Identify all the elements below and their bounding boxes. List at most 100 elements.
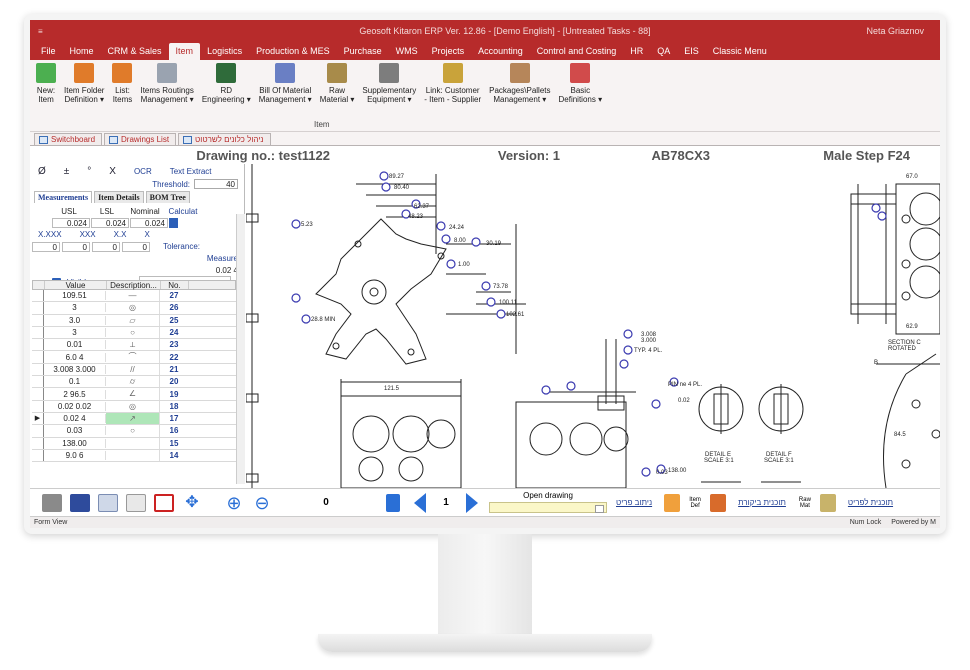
lsl-input[interactable]: 0.024 (91, 218, 129, 228)
grid-scrollbar[interactable] (236, 214, 245, 484)
ribbon-button-item-folder[interactable]: Item Folder Definition ▾ (60, 63, 108, 131)
decimal-input-4[interactable]: 0 (122, 242, 150, 252)
tab-hebrew-2[interactable]: ניהול כלונים לשרטוט (178, 133, 271, 145)
raw-mat-icon[interactable] (819, 493, 836, 512)
ribbon-button-label: Item (38, 95, 54, 104)
ribbon-button-packages-pallets[interactable]: Packages\Pallets Management ▾ (485, 63, 554, 131)
ribbon-button-label: Items Routings (140, 86, 194, 95)
menu-production-mes[interactable]: Production & MES (249, 46, 337, 60)
column-no[interactable]: No. (161, 281, 189, 290)
item-routing-link[interactable]: ניתוב פריט (616, 498, 652, 507)
threshold-input[interactable]: 40 (194, 179, 238, 189)
ribbon-button-basic[interactable]: Basic Definitions ▾ (555, 63, 607, 131)
decimal-input-3[interactable]: 0 (92, 242, 120, 252)
menu-wms[interactable]: WMS (389, 46, 425, 60)
plus-minus-button[interactable]: ± (64, 166, 70, 177)
column-description[interactable]: Description... (107, 281, 161, 290)
table-row[interactable]: 3.008 3.000// 21 (32, 363, 236, 377)
table-row[interactable]: 9.0 6 14 (32, 449, 236, 463)
menu-file[interactable]: File (34, 46, 63, 60)
menu-eis[interactable]: EIS (677, 46, 706, 60)
row-selector (32, 302, 44, 314)
table-row[interactable]: 0.1 ⌭ 20 (32, 376, 236, 389)
open-drawing-select[interactable] (489, 501, 607, 513)
menu-classic-menu[interactable]: Classic Menu (706, 46, 774, 60)
menu-crm-sales[interactable]: CRM & Sales (101, 46, 169, 60)
tab-switchboard[interactable]: Switchboard (34, 133, 103, 145)
table-row[interactable]: 2 96.5 ∠ 19 (32, 388, 236, 401)
table-row[interactable]: 0.01 ⟂ 23 (32, 339, 236, 352)
drawing-viewer[interactable]: 89.27 80.40 62.37 48.23 24.24 8.00 30.19 5.23 1.… (246, 164, 940, 488)
clear-button[interactable]: X (109, 166, 116, 177)
ribbon-button-supplementary[interactable]: Supplementary Equipment ▾ (358, 63, 420, 131)
table-row[interactable]: 3 ○ 24 (32, 326, 236, 340)
menu-purchase[interactable]: Purchase (337, 46, 389, 60)
column-value[interactable]: Value (45, 281, 107, 290)
word-export-icon[interactable] (126, 493, 146, 512)
format-xxxx[interactable]: X.XXX (38, 230, 62, 240)
table-row[interactable]: 0.03 ○ 16 (32, 425, 236, 438)
ribbon-button-new[interactable]: New: Item (32, 63, 60, 131)
text-extract-radio[interactable]: Text Extract (170, 167, 212, 176)
menu-control-and-costing[interactable]: Control and Costing (530, 46, 624, 60)
ribbon-button-rd[interactable]: RD Engineering ▾ (198, 63, 255, 131)
format-xx[interactable]: X.X (114, 230, 127, 240)
zoom-out-icon[interactable]: ⊖ (252, 494, 272, 512)
menu-accounting[interactable]: Accounting (471, 46, 530, 60)
item-plan-link[interactable]: תוכנית לפריט (848, 498, 893, 507)
table-row[interactable]: 6.0 4 ⌒ 22 (32, 351, 236, 364)
table-row[interactable]: 0.02 0.02 ◎ 18 (32, 400, 236, 413)
save-icon[interactable] (70, 493, 90, 512)
print-icon[interactable] (42, 493, 62, 512)
menu-hr[interactable]: HR (623, 46, 650, 60)
decimal-input-1[interactable]: 0 (32, 242, 60, 252)
pdf-icon[interactable] (154, 493, 174, 512)
ribbon-button-list[interactable]: List: Items (108, 63, 136, 131)
tab-item-details[interactable]: Item Details (94, 191, 144, 203)
bom-icon[interactable] (664, 493, 681, 512)
nominal-input[interactable]: 0.024 (130, 218, 168, 228)
table-row[interactable]: 138.00 15 (32, 437, 236, 450)
ribbon-button-link-customer[interactable]: Link: Customer - Item - Supplier (420, 63, 485, 131)
format-xxx[interactable]: XXX (80, 230, 96, 240)
next-page-icon[interactable] (466, 492, 478, 513)
table-row[interactable]: 3 ◎ 26 (32, 302, 236, 315)
user-name[interactable]: Neta Griaznov (812, 26, 932, 36)
ribbon-button-bill-of-material[interactable]: Bill Of Material Management ▾ (255, 63, 316, 131)
degree-button[interactable]: ° (87, 166, 91, 177)
zoom-in-icon[interactable]: ⊕ (224, 494, 244, 512)
table-row[interactable]: 3.0 ▱ 25 (32, 314, 236, 327)
item-code: AB78CX3 (651, 147, 710, 163)
tab-drawings-list[interactable]: Drawings List (104, 133, 177, 145)
usl-input[interactable]: 0.024 (52, 218, 90, 228)
diameter-symbol-button[interactable]: Ø (38, 166, 46, 177)
table-row[interactable]: ▶ 0.02 4 ↗ 17 (32, 412, 236, 426)
item-def-icon[interactable] (710, 493, 727, 512)
menu-item[interactable]: Item (168, 43, 201, 60)
current-page[interactable]: 1 (426, 497, 466, 508)
tab-bom-tree[interactable]: BOM Tree (145, 191, 190, 203)
quick-access-icon[interactable]: ≡ (38, 27, 58, 36)
menu-home[interactable]: Home (63, 46, 101, 60)
ribbon-button-items-routings[interactable]: Items Routings Management ▾ (136, 63, 197, 131)
raw-mat-label[interactable]: Raw Mat (794, 497, 816, 509)
scan-icon[interactable] (98, 493, 118, 512)
tab-measurements[interactable]: Measurements (34, 191, 93, 203)
menu-qa[interactable]: QA (650, 46, 677, 60)
drawing-dimension-label: 138.00 (668, 468, 687, 474)
cell-value: 3 (44, 303, 106, 313)
drawing-dimension-label: 62.37 (414, 204, 430, 210)
menu-logistics[interactable]: Logistics (200, 46, 249, 60)
format-x[interactable]: X (145, 230, 150, 240)
decimal-input-2[interactable]: 0 (62, 242, 90, 252)
calculate-checkbox[interactable] (169, 218, 178, 228)
inspection-plan-link[interactable]: תוכנית ביקורת (738, 498, 786, 507)
ocr-radio[interactable]: OCR (134, 167, 152, 176)
menu-projects[interactable]: Projects (425, 46, 472, 60)
fit-page-icon[interactable] (386, 493, 400, 512)
item-def-label[interactable]: Item Def (684, 497, 706, 509)
pan-icon[interactable]: ✥ (182, 494, 202, 512)
previous-page-icon[interactable] (414, 492, 426, 513)
ribbon-button-label: Packages\Pallets (489, 86, 551, 95)
table-row[interactable]: 109.51— 27 (32, 290, 236, 303)
